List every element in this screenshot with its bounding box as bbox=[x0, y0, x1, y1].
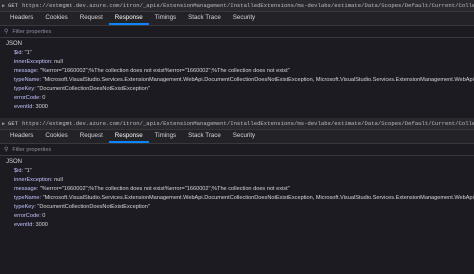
json-row[interactable]: innerExceptionnull bbox=[0, 58, 474, 67]
details-tabs: Headers Cookies Request Response Timings Stac… bbox=[0, 12, 474, 26]
json-row[interactable]: errorCode0 bbox=[0, 94, 474, 103]
json-value: "DocumentCollectionDoesNotExistException… bbox=[37, 204, 150, 210]
tab-cookies[interactable]: Cookies bbox=[39, 130, 73, 143]
tab-security[interactable]: Security bbox=[227, 12, 261, 25]
filter-icon: ⚲ bbox=[4, 29, 9, 35]
json-row[interactable]: $id"1" bbox=[0, 167, 474, 176]
json-value: "1" bbox=[24, 50, 32, 56]
json-row[interactable]: typeName"Microsoft.VisualStudio.Services… bbox=[0, 194, 474, 203]
json-key: message bbox=[14, 68, 40, 74]
json-key: errorCode bbox=[14, 95, 42, 101]
json-key: typeName bbox=[14, 195, 43, 201]
network-response-panel: ▶ GET https://extmgmt.dev.azure.com/itron/… bbox=[0, 0, 474, 230]
tab-response[interactable]: Response bbox=[108, 12, 149, 25]
json-value: 0 bbox=[42, 95, 46, 101]
collapse-arrow-icon[interactable]: ▶ bbox=[2, 121, 5, 127]
request-method: GET bbox=[8, 120, 19, 127]
json-viewer: JSON$id"1"innerExceptionnullmessage"%err… bbox=[0, 156, 474, 230]
tab-response[interactable]: Response bbox=[108, 130, 149, 143]
details-tabs: Headers Cookies Request Response Timings Stac… bbox=[0, 130, 474, 144]
json-row[interactable]: errorCode0 bbox=[0, 212, 474, 221]
filter-placeholder: Filter properties bbox=[12, 28, 52, 35]
filter-properties-input[interactable]: ⚲ Filter properties bbox=[0, 144, 474, 156]
json-value: "Microsoft.VisualStudio.Services.Extensi… bbox=[42, 77, 474, 83]
json-key: errorCode bbox=[14, 213, 42, 219]
json-value: 3000 bbox=[35, 222, 48, 228]
json-key: $id bbox=[14, 168, 25, 174]
request-url[interactable]: https://extmgmt.dev.azure.com/itron/_api… bbox=[22, 120, 474, 127]
tab-cookies[interactable]: Cookies bbox=[39, 12, 73, 25]
request-row[interactable]: ▶ GET https://extmgmt.dev.azure.com/itron/… bbox=[0, 118, 474, 130]
json-key: message bbox=[14, 186, 40, 192]
tab-timings[interactable]: Timings bbox=[149, 130, 182, 143]
json-row[interactable]: innerExceptionnull bbox=[0, 176, 474, 185]
json-key: typeKey bbox=[14, 86, 37, 92]
json-value: 0 bbox=[42, 213, 46, 219]
json-key: innerException bbox=[14, 59, 54, 65]
json-section-label[interactable]: JSON bbox=[0, 40, 474, 49]
json-value: null bbox=[54, 59, 63, 65]
filter-properties-input[interactable]: ⚲ Filter properties bbox=[0, 26, 474, 38]
json-key: $id bbox=[14, 50, 25, 56]
json-value: null bbox=[54, 177, 63, 183]
json-key: eventId bbox=[14, 222, 35, 228]
filter-icon: ⚲ bbox=[4, 147, 9, 153]
collapse-arrow-icon[interactable]: ▶ bbox=[2, 3, 5, 9]
tab-headers[interactable]: Headers bbox=[4, 12, 39, 25]
request-url[interactable]: https://extmgmt.dev.azure.com/itron/_api… bbox=[22, 2, 474, 9]
json-key: typeName bbox=[14, 77, 43, 83]
request-method: GET bbox=[8, 2, 19, 9]
json-key: eventId bbox=[14, 104, 35, 110]
json-viewer: JSON$id"1"innerExceptionnullmessage"%err… bbox=[0, 38, 474, 112]
tab-timings[interactable]: Timings bbox=[149, 12, 182, 25]
json-row[interactable]: typeKey"DocumentCollectionDoesNotExistEx… bbox=[0, 203, 474, 212]
json-section-label[interactable]: JSON bbox=[0, 158, 474, 167]
tab-headers[interactable]: Headers bbox=[4, 130, 39, 143]
tab-security[interactable]: Security bbox=[227, 130, 261, 143]
request-block: ▶ GET https://extmgmt.dev.azure.com/itron/… bbox=[0, 118, 474, 230]
json-value: "%error="1660002";%The collection does n… bbox=[39, 186, 290, 192]
tab-request[interactable]: Request bbox=[74, 12, 109, 25]
json-value: "%error="1660002";%The collection does n… bbox=[39, 68, 290, 74]
filter-placeholder: Filter properties bbox=[12, 146, 52, 153]
request-block: ▶ GET https://extmgmt.dev.azure.com/itron/… bbox=[0, 0, 474, 112]
json-row[interactable]: typeName"Microsoft.VisualStudio.Services… bbox=[0, 76, 474, 85]
json-value: "1" bbox=[24, 168, 32, 174]
json-value: 3000 bbox=[35, 104, 48, 110]
tab-stack-trace[interactable]: Stack Trace bbox=[182, 12, 227, 25]
json-key: innerException bbox=[14, 177, 54, 183]
json-row[interactable]: $id"1" bbox=[0, 49, 474, 58]
tab-stack-trace[interactable]: Stack Trace bbox=[182, 130, 227, 143]
json-value: "DocumentCollectionDoesNotExistException… bbox=[37, 86, 150, 92]
json-row[interactable]: typeKey"DocumentCollectionDoesNotExistEx… bbox=[0, 85, 474, 94]
request-row[interactable]: ▶ GET https://extmgmt.dev.azure.com/itron/… bbox=[0, 0, 474, 12]
json-value: "Microsoft.VisualStudio.Services.Extensi… bbox=[42, 195, 474, 201]
tab-request[interactable]: Request bbox=[74, 130, 109, 143]
json-row[interactable]: eventId3000 bbox=[0, 103, 474, 112]
json-key: typeKey bbox=[14, 204, 37, 210]
json-row[interactable]: message"%error="1660002";%The collection… bbox=[0, 67, 474, 76]
json-row[interactable]: eventId3000 bbox=[0, 221, 474, 230]
json-row[interactable]: message"%error="1660002";%The collection… bbox=[0, 185, 474, 194]
